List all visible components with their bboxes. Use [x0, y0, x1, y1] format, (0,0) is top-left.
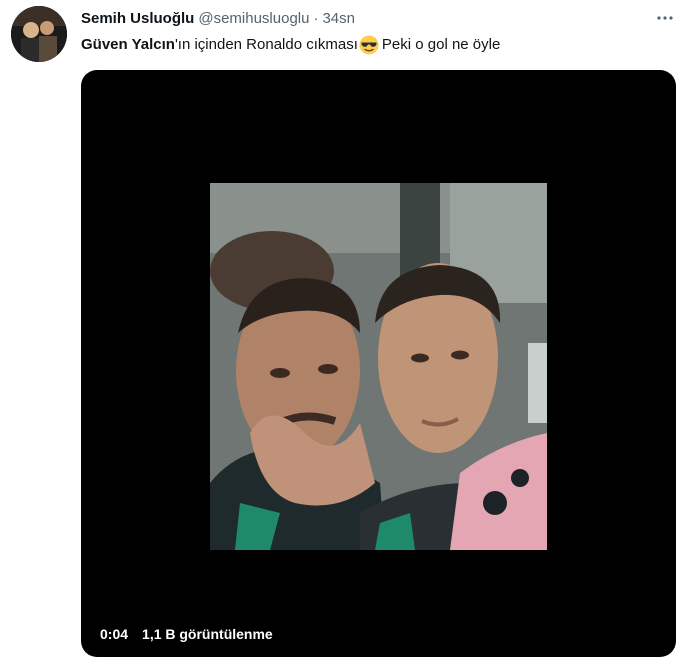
video-overlay: 0:04 1,1 B görüntülenme	[100, 626, 273, 642]
tweet-text-part-2: Peki o gol ne öyle	[381, 36, 501, 53]
avatar[interactable]	[11, 6, 67, 62]
author-name[interactable]: Semih Usluoğlu	[81, 10, 194, 27]
mention-text: Güven Yalcın	[81, 36, 175, 53]
video-player[interactable]: 0:04 1,1 B görüntülenme	[81, 70, 676, 657]
author-handle[interactable]: @semihusluoglu	[198, 10, 309, 27]
tweet-header: Semih Usluoğlu @semihusluoglu · 34sn	[81, 8, 355, 28]
video-frame[interactable]	[210, 183, 547, 550]
video-view-count: 1,1 B görüntülenme	[142, 626, 273, 642]
video-elapsed-time: 0:04	[100, 626, 129, 642]
tweet-text: Güven Yalcın'ın içinden Ronaldo cıkması …	[81, 35, 500, 55]
tweet-text-part-1: 'ın içinden Ronaldo cıkması	[174, 36, 358, 53]
tweet-time[interactable]: 34sn	[322, 10, 355, 27]
smiling-face-with-sunglasses-icon	[359, 35, 379, 55]
tweet: Semih Usluoğlu @semihusluoglu · 34sn Güv…	[0, 0, 700, 665]
more-icon[interactable]	[654, 7, 676, 29]
separator-dot: ·	[313, 9, 319, 27]
